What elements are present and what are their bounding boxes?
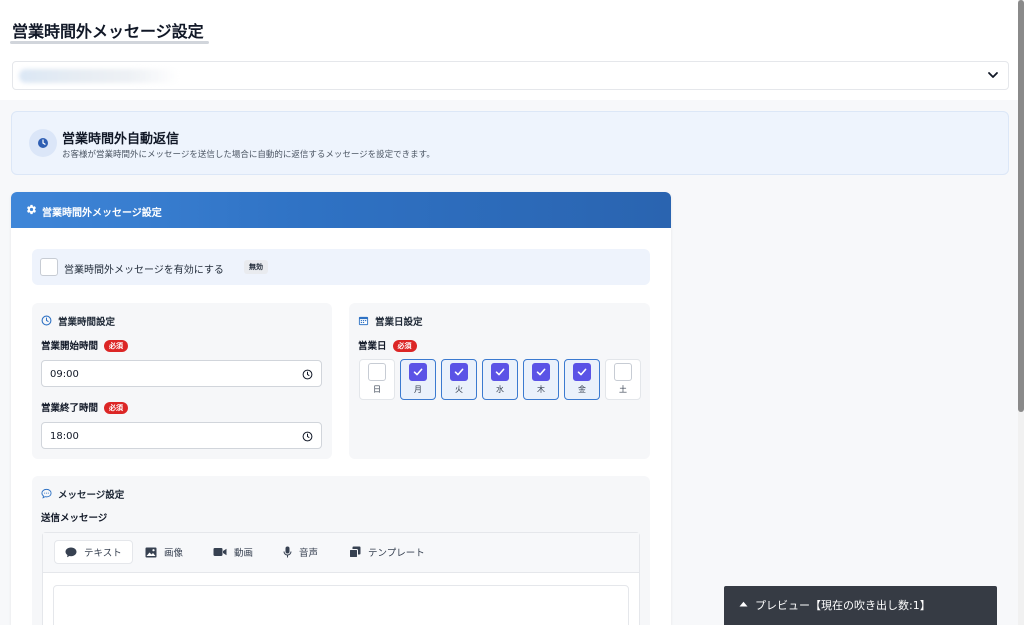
required-badge: 必須 bbox=[104, 340, 129, 352]
gear-icon bbox=[27, 204, 36, 215]
enable-row: 営業時間外メッセージを有効にする 無効 bbox=[32, 249, 650, 285]
message-editor: テキスト 画像 動画 音声 テンプレート bbox=[42, 532, 640, 625]
tab-label: 音声 bbox=[299, 548, 319, 559]
start-time-input[interactable]: 09:00 bbox=[41, 360, 322, 387]
tab-label: テキスト bbox=[84, 548, 122, 559]
checkbox[interactable] bbox=[368, 363, 386, 381]
page-header: 営業時間外メッセージ設定 bbox=[0, 0, 1018, 100]
chat-bubble-icon bbox=[65, 547, 77, 557]
weekday-checkbox[interactable]: 日 bbox=[359, 359, 395, 400]
weekday-checkbox[interactable]: 水 bbox=[482, 359, 518, 400]
weekday-checkbox[interactable]: 火 bbox=[441, 359, 477, 400]
end-time-value: 18:00 bbox=[50, 431, 79, 442]
chevron-down-icon bbox=[988, 72, 998, 78]
start-time-value: 09:00 bbox=[50, 369, 79, 380]
weekday-label: 火 bbox=[455, 385, 463, 394]
days-field-label: 営業日 必須 bbox=[358, 338, 417, 352]
weekday-checkbox[interactable]: 木 bbox=[523, 359, 559, 400]
checkbox[interactable] bbox=[532, 363, 550, 381]
preview-toggle-bar[interactable]: プレビュー【現在の吹き出し数:1】 bbox=[724, 586, 997, 625]
card-header: 営業時間外メッセージ設定 bbox=[11, 192, 671, 228]
account-name-blurred bbox=[19, 69, 179, 83]
end-time-input[interactable]: 18:00 bbox=[41, 422, 322, 449]
template-icon bbox=[349, 546, 361, 558]
tab-label: 画像 bbox=[164, 548, 184, 559]
chat-bubble-outline-icon bbox=[41, 488, 52, 499]
info-icon-wrapper bbox=[29, 129, 57, 157]
hours-panel-title: 営業時間設定 bbox=[58, 317, 116, 328]
start-time-label-text: 営業開始時間 bbox=[41, 341, 99, 352]
message-type-tabs: テキスト 画像 動画 音声 テンプレート bbox=[43, 533, 639, 573]
check-icon bbox=[454, 368, 464, 376]
days-field-label-text: 営業日 bbox=[358, 341, 387, 352]
weekday-label: 木 bbox=[537, 385, 545, 394]
clock-icon[interactable] bbox=[302, 369, 313, 380]
info-title: 営業時間外自動返信 bbox=[62, 132, 180, 147]
weekday-label: 日 bbox=[373, 385, 381, 394]
message-compose-area[interactable] bbox=[53, 585, 629, 625]
message-panel-title: メッセージ設定 bbox=[58, 490, 125, 501]
days-panel: 営業日設定 営業日 必須 日 月 火 水 木 金 土 bbox=[349, 303, 650, 459]
info-description: お客様が営業時間外にメッセージを送信した場合に自動的に返信するメッセージを設定で… bbox=[62, 150, 435, 160]
start-time-label: 営業開始時間 必須 bbox=[41, 338, 129, 352]
scrollbar-thumb[interactable] bbox=[1018, 0, 1024, 412]
tab-label: 動画 bbox=[234, 548, 254, 559]
account-select[interactable] bbox=[12, 61, 1009, 90]
tab-image[interactable]: 画像 bbox=[135, 540, 193, 564]
weekday-checkbox[interactable]: 土 bbox=[605, 359, 641, 400]
calendar-icon bbox=[358, 316, 369, 326]
image-icon bbox=[145, 547, 157, 557]
clock-outline-icon bbox=[41, 315, 52, 326]
tab-template[interactable]: テンプレート bbox=[339, 540, 435, 564]
checkbox[interactable] bbox=[614, 363, 632, 381]
days-panel-title: 営業日設定 bbox=[375, 317, 423, 328]
video-icon bbox=[213, 548, 227, 556]
weekday-label: 土 bbox=[619, 385, 627, 394]
checkbox[interactable] bbox=[573, 363, 591, 381]
preview-label: プレビュー【現在の吹き出し数:1】 bbox=[755, 599, 931, 612]
checkbox[interactable] bbox=[409, 363, 427, 381]
tab-text[interactable]: テキスト bbox=[54, 540, 133, 564]
microphone-icon bbox=[283, 546, 292, 558]
end-time-label: 営業終了時間 必須 bbox=[41, 400, 129, 414]
hours-panel: 営業時間設定 営業開始時間 必須 09:00 営業終了時間 必須 18:00 bbox=[32, 303, 332, 459]
required-badge: 必須 bbox=[104, 402, 129, 414]
enable-label: 営業時間外メッセージを有効にする bbox=[64, 265, 224, 276]
weekday-label: 月 bbox=[414, 385, 422, 394]
settings-card: 営業時間外メッセージ設定 営業時間外メッセージを有効にする 無効 営業時間設定 … bbox=[11, 192, 671, 625]
weekday-checkbox[interactable]: 金 bbox=[564, 359, 600, 400]
card-header-title: 営業時間外メッセージ設定 bbox=[42, 208, 162, 219]
tab-audio[interactable]: 音声 bbox=[273, 540, 328, 564]
tab-label: テンプレート bbox=[368, 548, 425, 559]
clock-icon bbox=[38, 138, 48, 148]
caret-up-icon bbox=[739, 601, 748, 607]
clock-icon[interactable] bbox=[302, 431, 313, 442]
info-banner: 営業時間外自動返信 お客様が営業時間外にメッセージを送信した場合に自動的に返信す… bbox=[11, 111, 1009, 175]
check-icon bbox=[536, 368, 546, 376]
message-panel: メッセージ設定 送信メッセージ テキスト 画像 動画 音声 テンプレート bbox=[32, 476, 650, 625]
weekday-label: 水 bbox=[496, 385, 504, 394]
tab-video[interactable]: 動画 bbox=[203, 540, 263, 564]
checkbox[interactable] bbox=[450, 363, 468, 381]
weekday-label: 金 bbox=[578, 385, 586, 394]
send-message-label: 送信メッセージ bbox=[41, 513, 108, 524]
weekday-checkbox[interactable]: 月 bbox=[400, 359, 436, 400]
required-badge: 必須 bbox=[392, 340, 417, 352]
page-scrollbar[interactable] bbox=[1018, 0, 1024, 625]
check-icon bbox=[413, 368, 423, 376]
check-icon bbox=[495, 368, 505, 376]
enable-checkbox[interactable] bbox=[40, 258, 58, 276]
title-underline bbox=[10, 41, 209, 44]
page-title: 営業時間外メッセージ設定 bbox=[12, 22, 204, 41]
status-badge: 無効 bbox=[244, 260, 268, 274]
check-icon bbox=[577, 368, 587, 376]
checkbox[interactable] bbox=[491, 363, 509, 381]
end-time-label-text: 営業終了時間 bbox=[41, 403, 99, 414]
